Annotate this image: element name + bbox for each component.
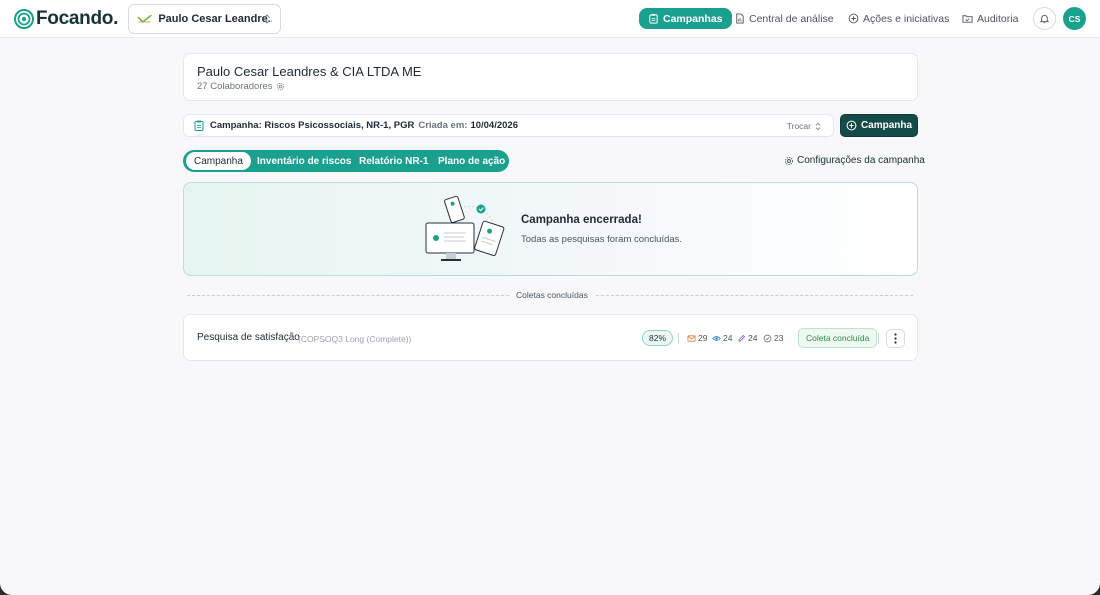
banner-title: Campanha encerrada! [521, 214, 642, 226]
viewed-count-value: 24 [723, 333, 733, 343]
completion-percentage-badge: 82% [642, 330, 674, 346]
section-label: Coletas concluídas [510, 290, 594, 300]
separator [878, 333, 879, 344]
logo[interactable]: Focando. [14, 8, 118, 30]
tab-relatorio-nr1[interactable]: Relatório NR-1 [359, 150, 428, 172]
nav-acoes-e-iniciativas[interactable]: Ações e iniciativas [848, 8, 949, 29]
completed-count: 23 [763, 333, 783, 343]
sent-count-value: 29 [698, 333, 708, 343]
sent-count: 29 [687, 333, 707, 343]
plus-circle-icon [848, 13, 859, 24]
notifications-button[interactable] [1033, 7, 1056, 30]
folder-check-icon [962, 15, 973, 23]
separator [678, 333, 679, 344]
organization-selector[interactable]: Paulo Cesar Leandre... [128, 4, 281, 34]
nav-central-de-analise[interactable]: Central de análise [734, 8, 834, 29]
campaign-created-date: 10/04/2026 [470, 120, 518, 131]
campaign-tabs: Campanha Inventário de riscos Relatório … [183, 150, 509, 172]
more-options-button[interactable] [886, 329, 905, 348]
answered-count-value: 24 [748, 333, 758, 343]
mail-icon [687, 334, 696, 342]
survey-questionnaire-tag: (COPSOQ3 Long (Complete)) [298, 334, 412, 344]
survey-row[interactable]: Pesquisa de satisfação (COPSOQ3 Long (Co… [183, 314, 918, 361]
nav-label: Central de análise [749, 12, 834, 25]
company-name: Paulo Cesar Leandres & CIA LTDA ME [197, 64, 422, 79]
clipboard-icon [194, 120, 204, 131]
campaign-settings-label: Configurações da campanha [797, 155, 925, 166]
campaign-selector-bar[interactable]: Campanha: Riscos Psicossociais, NR-1, PG… [183, 114, 834, 137]
viewed-count: 24 [712, 333, 732, 343]
completed-surveys-illustration [425, 195, 505, 261]
document-chart-icon [736, 13, 744, 24]
company-card: Paulo Cesar Leandres & CIA LTDA ME 27 Co… [183, 53, 918, 101]
chevron-up-down-icon [264, 14, 270, 24]
clipboard-icon [649, 13, 658, 24]
focando-logo-icon [14, 9, 34, 29]
new-campaign-label: Campanha [860, 120, 913, 131]
switch-campaign-label: Trocar [786, 121, 811, 131]
nav-campanhas[interactable]: Campanhas [639, 8, 732, 29]
check-circle-icon [763, 334, 772, 342]
collaborators-label: 27 Colaboradores [197, 81, 273, 92]
pencil-icon [738, 334, 746, 342]
nav-label: Campanhas [663, 12, 723, 25]
switch-campaign-button[interactable]: Trocar [787, 121, 821, 131]
tab-plano-de-acao[interactable]: Plano de ação [438, 150, 505, 172]
tab-campanha[interactable]: Campanha [186, 152, 251, 170]
nav-label: Auditoria [977, 12, 1019, 25]
new-campaign-button[interactable]: Campanha [840, 114, 918, 137]
status-badge: Coleta concluída [798, 328, 878, 348]
collaborators-count: 27 Colaboradores [197, 81, 285, 92]
plus-circle-icon [846, 120, 857, 131]
top-bar: Focando. Paulo Cesar Leandre... Campanha… [0, 0, 1100, 38]
campaign-finished-banner: Campanha encerrada! Todas as pesquisas f… [183, 182, 918, 276]
survey-title: Pesquisa de satisfação [197, 332, 300, 343]
tab-inventario-de-riscos[interactable]: Inventário de riscos [257, 150, 351, 172]
campaign-settings-link[interactable]: Configurações da campanha [784, 155, 925, 166]
bell-icon [1039, 14, 1050, 24]
chevron-up-down-icon [815, 122, 821, 130]
banner-subtitle: Todas as pesquisas foram concluídas. [521, 234, 683, 245]
answered-count: 24 [737, 333, 757, 343]
nav-label: Ações e iniciativas [863, 12, 950, 25]
app-window: Focando. Paulo Cesar Leandre... Campanha… [0, 0, 1100, 595]
completed-count-value: 23 [774, 333, 784, 343]
gear-icon[interactable] [276, 82, 285, 91]
gear-icon [784, 156, 794, 165]
vertical-dots-icon [894, 333, 897, 344]
organization-logo-icon [137, 14, 152, 23]
organization-name: Paulo Cesar Leandre... [158, 13, 272, 25]
eye-icon [712, 335, 721, 341]
campaign-name: Campanha: Riscos Psicossociais, NR-1, PG… [210, 120, 415, 131]
user-avatar[interactable]: CS [1063, 7, 1086, 30]
nav-auditoria[interactable]: Auditoria [962, 8, 1018, 29]
brand-name: Focando. [36, 8, 119, 29]
campaign-created-label: Criada em: [418, 120, 468, 131]
